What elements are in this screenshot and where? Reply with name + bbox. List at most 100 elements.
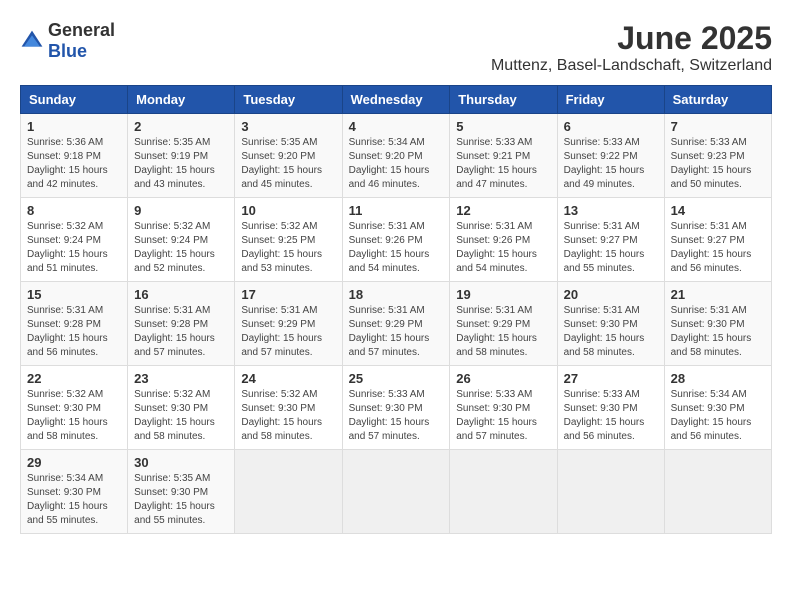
logo-general-text: General [48, 20, 115, 40]
cell-content: Sunrise: 5:31 AM Sunset: 9:27 PM Dayligh… [671, 220, 765, 276]
cell-content: Sunrise: 5:34 AM Sunset: 9:20 PM Dayligh… [349, 136, 444, 192]
day-number: 18 [349, 287, 444, 302]
day-number: 3 [241, 119, 335, 134]
day-number: 12 [456, 203, 550, 218]
calendar-cell: 11 Sunrise: 5:31 AM Sunset: 9:26 PM Dayl… [342, 198, 450, 282]
calendar-cell: 27 Sunrise: 5:33 AM Sunset: 9:30 PM Dayl… [557, 366, 664, 450]
calendar-cell: 15 Sunrise: 5:31 AM Sunset: 9:28 PM Dayl… [21, 282, 128, 366]
title-area: June 2025 Muttenz, Basel-Landschaft, Swi… [491, 20, 772, 75]
calendar-row: 8 Sunrise: 5:32 AM Sunset: 9:24 PM Dayli… [21, 198, 772, 282]
day-number: 30 [134, 455, 228, 470]
month-title: June 2025 [491, 20, 772, 57]
calendar-cell: 2 Sunrise: 5:35 AM Sunset: 9:19 PM Dayli… [128, 114, 235, 198]
day-number: 17 [241, 287, 335, 302]
day-number: 11 [349, 203, 444, 218]
calendar-row: 1 Sunrise: 5:36 AM Sunset: 9:18 PM Dayli… [21, 114, 772, 198]
calendar-cell: 30 Sunrise: 5:35 AM Sunset: 9:30 PM Dayl… [128, 450, 235, 534]
day-number: 20 [564, 287, 658, 302]
calendar-cell [557, 450, 664, 534]
day-number: 5 [456, 119, 550, 134]
calendar-cell: 22 Sunrise: 5:32 AM Sunset: 9:30 PM Dayl… [21, 366, 128, 450]
header-sunday: Sunday [21, 86, 128, 114]
cell-content: Sunrise: 5:33 AM Sunset: 9:30 PM Dayligh… [456, 388, 550, 444]
day-number: 10 [241, 203, 335, 218]
day-number: 7 [671, 119, 765, 134]
header-tuesday: Tuesday [235, 86, 342, 114]
day-number: 22 [27, 371, 121, 386]
cell-content: Sunrise: 5:33 AM Sunset: 9:30 PM Dayligh… [349, 388, 444, 444]
cell-content: Sunrise: 5:31 AM Sunset: 9:27 PM Dayligh… [564, 220, 658, 276]
header-wednesday: Wednesday [342, 86, 450, 114]
cell-content: Sunrise: 5:36 AM Sunset: 9:18 PM Dayligh… [27, 136, 121, 192]
cell-content: Sunrise: 5:35 AM Sunset: 9:20 PM Dayligh… [241, 136, 335, 192]
cell-content: Sunrise: 5:33 AM Sunset: 9:22 PM Dayligh… [564, 136, 658, 192]
cell-content: Sunrise: 5:32 AM Sunset: 9:24 PM Dayligh… [27, 220, 121, 276]
day-number: 1 [27, 119, 121, 134]
cell-content: Sunrise: 5:32 AM Sunset: 9:24 PM Dayligh… [134, 220, 228, 276]
calendar-cell: 29 Sunrise: 5:34 AM Sunset: 9:30 PM Dayl… [21, 450, 128, 534]
day-number: 27 [564, 371, 658, 386]
calendar-cell: 21 Sunrise: 5:31 AM Sunset: 9:30 PM Dayl… [664, 282, 771, 366]
day-number: 14 [671, 203, 765, 218]
day-number: 13 [564, 203, 658, 218]
day-number: 26 [456, 371, 550, 386]
calendar-cell: 5 Sunrise: 5:33 AM Sunset: 9:21 PM Dayli… [450, 114, 557, 198]
calendar-cell [235, 450, 342, 534]
cell-content: Sunrise: 5:31 AM Sunset: 9:29 PM Dayligh… [456, 304, 550, 360]
calendar-cell: 7 Sunrise: 5:33 AM Sunset: 9:23 PM Dayli… [664, 114, 771, 198]
cell-content: Sunrise: 5:31 AM Sunset: 9:29 PM Dayligh… [241, 304, 335, 360]
cell-content: Sunrise: 5:33 AM Sunset: 9:30 PM Dayligh… [564, 388, 658, 444]
calendar-cell: 3 Sunrise: 5:35 AM Sunset: 9:20 PM Dayli… [235, 114, 342, 198]
cell-content: Sunrise: 5:32 AM Sunset: 9:30 PM Dayligh… [241, 388, 335, 444]
day-number: 25 [349, 371, 444, 386]
calendar-cell: 9 Sunrise: 5:32 AM Sunset: 9:24 PM Dayli… [128, 198, 235, 282]
calendar-cell: 20 Sunrise: 5:31 AM Sunset: 9:30 PM Dayl… [557, 282, 664, 366]
day-number: 2 [134, 119, 228, 134]
cell-content: Sunrise: 5:31 AM Sunset: 9:29 PM Dayligh… [349, 304, 444, 360]
cell-content: Sunrise: 5:33 AM Sunset: 9:21 PM Dayligh… [456, 136, 550, 192]
day-number: 28 [671, 371, 765, 386]
cell-content: Sunrise: 5:32 AM Sunset: 9:30 PM Dayligh… [134, 388, 228, 444]
day-number: 29 [27, 455, 121, 470]
day-number: 19 [456, 287, 550, 302]
calendar-cell: 12 Sunrise: 5:31 AM Sunset: 9:26 PM Dayl… [450, 198, 557, 282]
cell-content: Sunrise: 5:31 AM Sunset: 9:28 PM Dayligh… [27, 304, 121, 360]
calendar-row: 22 Sunrise: 5:32 AM Sunset: 9:30 PM Dayl… [21, 366, 772, 450]
cell-content: Sunrise: 5:31 AM Sunset: 9:30 PM Dayligh… [671, 304, 765, 360]
logo-blue-text: Blue [48, 41, 87, 61]
calendar-cell: 16 Sunrise: 5:31 AM Sunset: 9:28 PM Dayl… [128, 282, 235, 366]
cell-content: Sunrise: 5:31 AM Sunset: 9:28 PM Dayligh… [134, 304, 228, 360]
cell-content: Sunrise: 5:35 AM Sunset: 9:30 PM Dayligh… [134, 472, 228, 528]
calendar-cell: 26 Sunrise: 5:33 AM Sunset: 9:30 PM Dayl… [450, 366, 557, 450]
calendar-table: Sunday Monday Tuesday Wednesday Thursday… [20, 85, 772, 534]
cell-content: Sunrise: 5:34 AM Sunset: 9:30 PM Dayligh… [27, 472, 121, 528]
calendar-row: 15 Sunrise: 5:31 AM Sunset: 9:28 PM Dayl… [21, 282, 772, 366]
header-friday: Friday [557, 86, 664, 114]
calendar-header-row: Sunday Monday Tuesday Wednesday Thursday… [21, 86, 772, 114]
day-number: 16 [134, 287, 228, 302]
calendar-cell: 23 Sunrise: 5:32 AM Sunset: 9:30 PM Dayl… [128, 366, 235, 450]
calendar-cell [664, 450, 771, 534]
calendar-cell: 10 Sunrise: 5:32 AM Sunset: 9:25 PM Dayl… [235, 198, 342, 282]
day-number: 4 [349, 119, 444, 134]
calendar-cell: 28 Sunrise: 5:34 AM Sunset: 9:30 PM Dayl… [664, 366, 771, 450]
calendar-cell: 19 Sunrise: 5:31 AM Sunset: 9:29 PM Dayl… [450, 282, 557, 366]
logo: General Blue [20, 20, 115, 62]
cell-content: Sunrise: 5:32 AM Sunset: 9:30 PM Dayligh… [27, 388, 121, 444]
day-number: 24 [241, 371, 335, 386]
header-saturday: Saturday [664, 86, 771, 114]
location-title: Muttenz, Basel-Landschaft, Switzerland [491, 57, 772, 75]
calendar-row: 29 Sunrise: 5:34 AM Sunset: 9:30 PM Dayl… [21, 450, 772, 534]
cell-content: Sunrise: 5:32 AM Sunset: 9:25 PM Dayligh… [241, 220, 335, 276]
page-header: General Blue June 2025 Muttenz, Basel-La… [20, 20, 772, 75]
cell-content: Sunrise: 5:31 AM Sunset: 9:26 PM Dayligh… [456, 220, 550, 276]
logo-icon [20, 29, 44, 53]
calendar-cell: 4 Sunrise: 5:34 AM Sunset: 9:20 PM Dayli… [342, 114, 450, 198]
cell-content: Sunrise: 5:33 AM Sunset: 9:23 PM Dayligh… [671, 136, 765, 192]
calendar-cell: 13 Sunrise: 5:31 AM Sunset: 9:27 PM Dayl… [557, 198, 664, 282]
day-number: 15 [27, 287, 121, 302]
day-number: 23 [134, 371, 228, 386]
day-number: 9 [134, 203, 228, 218]
cell-content: Sunrise: 5:35 AM Sunset: 9:19 PM Dayligh… [134, 136, 228, 192]
calendar-cell: 14 Sunrise: 5:31 AM Sunset: 9:27 PM Dayl… [664, 198, 771, 282]
